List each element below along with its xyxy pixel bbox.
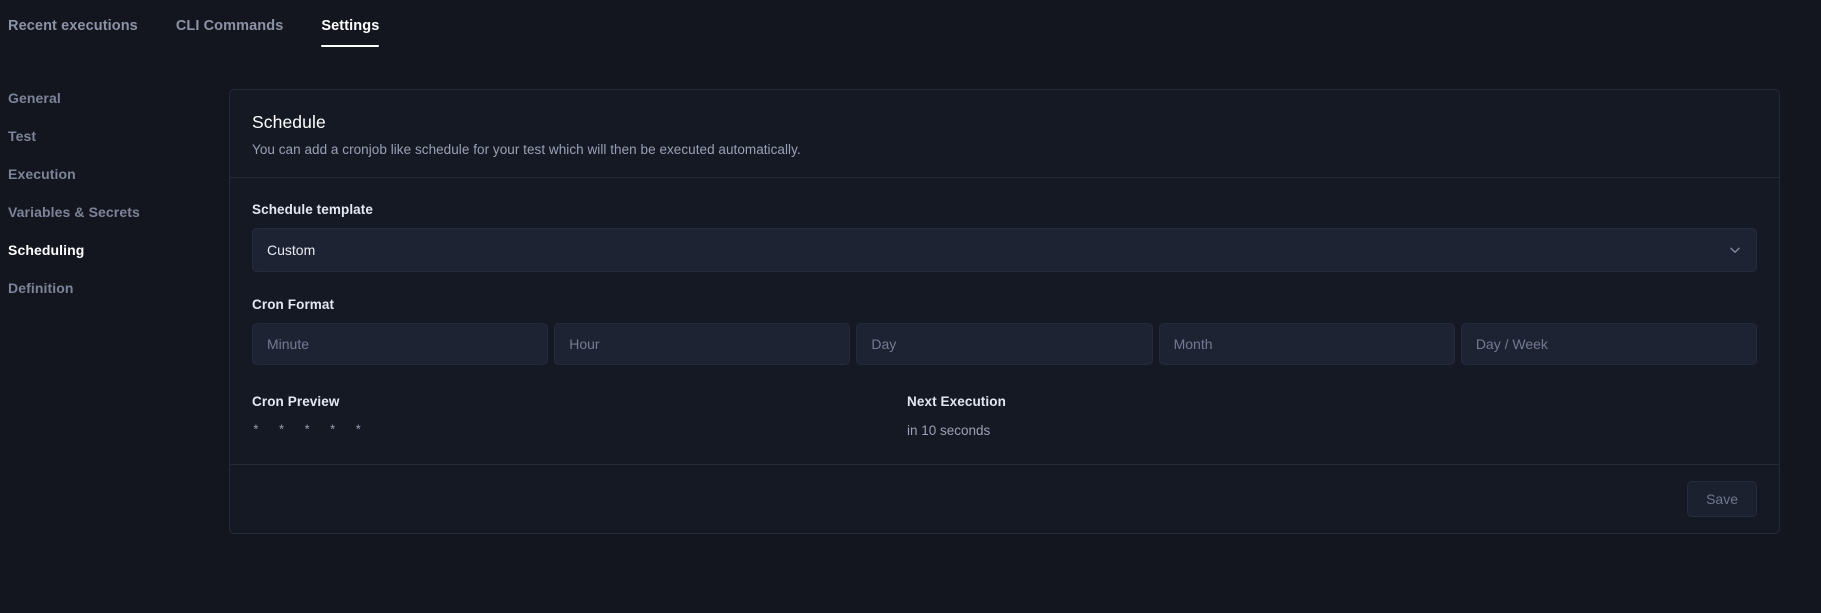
cron-month-input[interactable]: Month	[1159, 323, 1455, 365]
cron-format-row: Minute Hour Day Month Day / Week	[252, 323, 1757, 365]
cron-minute-input[interactable]: Minute	[252, 323, 548, 365]
cron-minute-placeholder: Minute	[267, 336, 309, 352]
schedule-template-value: Custom	[267, 242, 315, 258]
schedule-template-group: Schedule template Custom	[252, 202, 1757, 272]
settings-sidebar: General Test Execution Variables & Secre…	[0, 88, 220, 316]
cron-month-placeholder: Month	[1174, 336, 1213, 352]
top-tab-bar: Recent executions CLI Commands Settings	[0, 0, 1821, 58]
cron-day-input[interactable]: Day	[856, 323, 1152, 365]
save-button[interactable]: Save	[1687, 481, 1757, 517]
cron-preview-value: * * * * *	[252, 423, 907, 438]
cron-summary-row: Cron Preview * * * * * Next Execution in…	[252, 394, 1757, 464]
schedule-panel-footer: Save	[230, 465, 1779, 533]
chevron-down-icon[interactable]	[1728, 243, 1742, 257]
page-title: Schedule	[252, 112, 1757, 133]
tab-settings[interactable]: Settings	[321, 18, 379, 47]
next-execution-label: Next Execution	[907, 394, 1006, 409]
cron-day-week-input[interactable]: Day / Week	[1461, 323, 1757, 365]
schedule-panel-body: Schedule template Custom Cron Format Min…	[230, 178, 1779, 464]
cron-day-week-placeholder: Day / Week	[1476, 336, 1548, 352]
tab-recent-executions[interactable]: Recent executions	[8, 18, 138, 47]
cron-hour-input[interactable]: Hour	[554, 323, 850, 365]
sidebar-item-execution[interactable]: Execution	[0, 164, 220, 202]
sidebar-item-variables-secrets[interactable]: Variables & Secrets	[0, 202, 220, 240]
cron-hour-placeholder: Hour	[569, 336, 599, 352]
schedule-panel: Schedule You can add a cronjob like sche…	[229, 89, 1780, 534]
sidebar-item-general[interactable]: General	[0, 88, 220, 126]
sidebar-item-definition[interactable]: Definition	[0, 278, 220, 316]
schedule-template-select[interactable]: Custom	[252, 228, 1757, 272]
tab-cli-commands[interactable]: CLI Commands	[176, 18, 284, 47]
next-execution-value: in 10 seconds	[907, 423, 1006, 438]
cron-format-group: Cron Format Minute Hour Day Month Day / …	[252, 297, 1757, 365]
cron-preview-label: Cron Preview	[252, 394, 907, 409]
sidebar-item-test[interactable]: Test	[0, 126, 220, 164]
schedule-panel-header: Schedule You can add a cronjob like sche…	[230, 90, 1779, 177]
sidebar-item-scheduling[interactable]: Scheduling	[0, 240, 220, 278]
cron-format-label: Cron Format	[252, 297, 1757, 312]
next-execution-group: Next Execution in 10 seconds	[907, 394, 1006, 438]
panel-description: You can add a cronjob like schedule for …	[252, 142, 1757, 157]
cron-preview-group: Cron Preview * * * * *	[252, 394, 907, 438]
schedule-template-label: Schedule template	[252, 202, 1757, 217]
cron-day-placeholder: Day	[871, 336, 896, 352]
